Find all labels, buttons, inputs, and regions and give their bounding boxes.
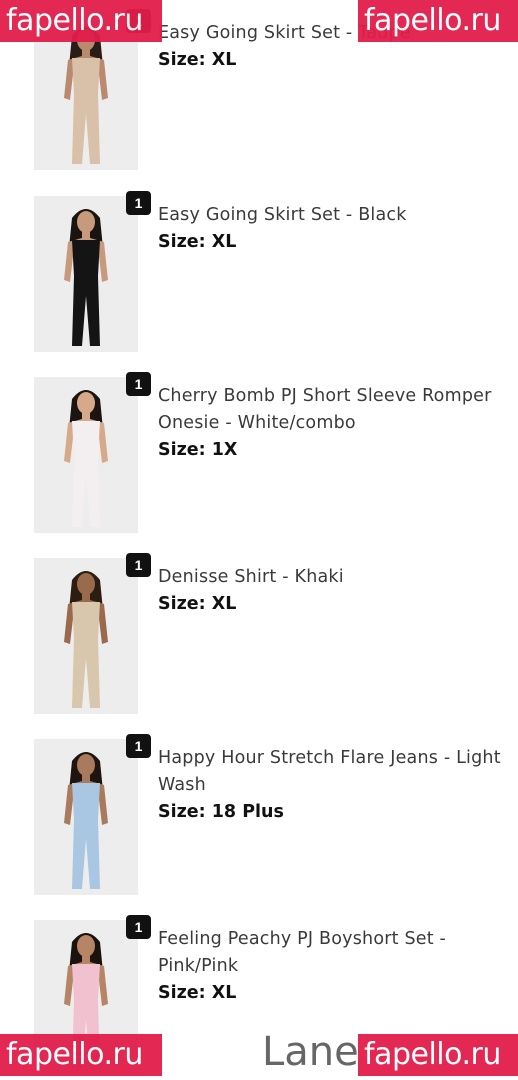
- product-name[interactable]: Cherry Bomb PJ Short Sleeve Romper Onesi…: [158, 383, 508, 437]
- product-info: Feeling Peachy PJ Boyshort Set - Pink/Pi…: [158, 926, 508, 1007]
- product-info: Easy Going Skirt Set - Black Size: XL: [158, 202, 508, 256]
- size-label: Size:: [158, 594, 206, 614]
- quantity-badge: 1: [126, 734, 151, 758]
- size-label: Size:: [158, 232, 206, 252]
- product-image: [34, 739, 138, 895]
- product-name[interactable]: Feeling Peachy PJ Boyshort Set - Pink/Pi…: [158, 926, 508, 980]
- watermark-top-left: fapello.ru: [0, 0, 162, 42]
- product-info: Happy Hour Stretch Flare Jeans - Light W…: [158, 745, 508, 826]
- product-photo: [34, 739, 138, 895]
- size-value: XL: [211, 983, 237, 1003]
- product-size: Size: 1X: [158, 437, 508, 464]
- watermark-top-right: fapello.ru: [358, 0, 518, 42]
- product-size: Size: XL: [158, 980, 508, 1007]
- product-info: Cherry Bomb PJ Short Sleeve Romper Onesi…: [158, 383, 508, 464]
- product-name[interactable]: Denisse Shirt - Khaki: [158, 564, 508, 591]
- order-items-list: 1Easy Going Skirt Set - TaupeSize: XL1Ea…: [0, 0, 518, 1080]
- watermark-bottom-right: fapello.ru: [358, 1034, 518, 1076]
- product-name[interactable]: Happy Hour Stretch Flare Jeans - Light W…: [158, 745, 508, 799]
- product-name[interactable]: Easy Going Skirt Set - Black: [158, 202, 508, 229]
- order-item[interactable]: 1 Cherry Bomb PJ Short Sleeve Romper Ones…: [0, 372, 518, 537]
- product-info: Denisse Shirt - Khaki Size: XL: [158, 564, 508, 618]
- product-thumbnail[interactable]: 1: [34, 734, 151, 895]
- size-value: 18 Plus: [211, 802, 284, 822]
- product-thumbnail[interactable]: 1: [34, 191, 151, 352]
- product-size: Size: XL: [158, 229, 508, 256]
- product-photo: [34, 377, 138, 533]
- size-label: Size:: [158, 983, 206, 1003]
- size-label: Size:: [158, 440, 206, 460]
- product-thumbnail[interactable]: 1: [34, 553, 151, 714]
- product-image: [34, 196, 138, 352]
- footer-name: Lane: [262, 1029, 359, 1075]
- product-photo: [34, 196, 138, 352]
- product-thumbnail[interactable]: 1: [34, 372, 151, 533]
- product-image: [34, 377, 138, 533]
- size-value: 1X: [211, 440, 238, 460]
- product-image: [34, 558, 138, 714]
- product-size: Size: 18 Plus: [158, 799, 508, 826]
- size-value: XL: [211, 232, 237, 252]
- size-value: XL: [211, 594, 237, 614]
- product-size: Size: XL: [158, 47, 508, 74]
- order-item[interactable]: 1 Denisse Shirt - Khaki Size: XL: [0, 553, 518, 718]
- order-item[interactable]: 1 Happy Hour Stretch Flare Jeans - Light …: [0, 734, 518, 899]
- quantity-badge: 1: [126, 372, 151, 396]
- size-label: Size:: [158, 50, 206, 70]
- quantity-badge: 1: [126, 553, 151, 577]
- product-size: Size: XL: [158, 591, 508, 618]
- quantity-badge: 1: [126, 915, 151, 939]
- quantity-badge: 1: [126, 191, 151, 215]
- watermark-bottom-left: fapello.ru: [0, 1034, 162, 1076]
- size-value: XL: [211, 50, 237, 70]
- order-item[interactable]: 1 Easy Going Skirt Set - Black Size: XL: [0, 191, 518, 356]
- product-photo: [34, 558, 138, 714]
- size-label: Size:: [158, 802, 206, 822]
